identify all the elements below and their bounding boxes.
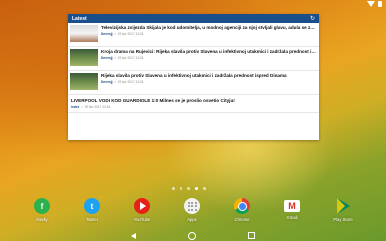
- back-icon[interactable]: [131, 232, 136, 239]
- play-store-icon: [335, 198, 351, 214]
- news-source: Dnevnjj: [101, 56, 113, 61]
- page-dot-active: [194, 186, 198, 190]
- news-separator: •: [114, 32, 116, 37]
- app-label: YouTube: [133, 217, 151, 222]
- home-icon[interactable]: [188, 231, 196, 240]
- news-item[interactable]: Kroja drama na Rujevici: Rijeka slavila …: [68, 47, 319, 71]
- app-gmail[interactable]: M Gmail: [272, 198, 312, 220]
- feedly-icon: f: [34, 198, 50, 214]
- youtube-icon: [134, 198, 150, 214]
- refresh-icon[interactable]: ↻: [310, 16, 315, 22]
- news-title: LIVERPOOL VODI KOD GUARDIOLE 1:0 Milnes …: [71, 98, 235, 103]
- widget-title: Latest: [72, 15, 87, 22]
- news-source: Index: [71, 105, 80, 110]
- news-title: Televizijska zvijezda Skijala je kod udo…: [101, 25, 317, 30]
- widget-header: Latest ↻: [68, 14, 319, 23]
- app-label: Apps: [187, 217, 197, 222]
- app-label: Twitter: [85, 217, 99, 222]
- app-drawer-icon: [184, 198, 200, 214]
- status-bar: [0, 0, 386, 9]
- news-title: Rijeka slavila protiv Slavena u infektiv…: [101, 73, 287, 78]
- news-thumbnail: [70, 73, 98, 90]
- app-label: Play Store: [333, 217, 353, 222]
- news-time: 19 Avr 2017 13:24: [117, 80, 144, 85]
- page-dot: [187, 187, 190, 190]
- app-chrome[interactable]: Chrome: [222, 198, 262, 222]
- app-play-store[interactable]: Play Store: [323, 198, 363, 222]
- news-item[interactable]: LIVERPOOL VODI KOD GUARDIOLE 1:0 Milnes …: [68, 95, 319, 114]
- wifi-icon: [367, 1, 375, 7]
- dock: f feedly t Twitter YouTube Apps Chrome M…: [0, 198, 386, 230]
- news-time: 19 Avr 2017 13:24: [117, 56, 144, 61]
- status-icons: [367, 1, 382, 7]
- news-thumbnail: [70, 49, 98, 66]
- news-item[interactable]: Televizijska zvijezda Skijala je kod udo…: [68, 23, 319, 47]
- gmail-icon: M: [284, 200, 300, 212]
- app-drawer[interactable]: Apps: [172, 198, 212, 222]
- app-label: Chrome: [234, 217, 250, 222]
- app-youtube[interactable]: YouTube: [122, 198, 162, 222]
- page-dot: [179, 187, 182, 190]
- news-separator: •: [81, 105, 83, 110]
- news-time: 19 Avr 2017 13:24: [117, 32, 144, 37]
- news-separator: •: [114, 56, 116, 61]
- chrome-icon: [234, 198, 250, 214]
- page-dot: [172, 187, 175, 190]
- battery-icon: [378, 1, 382, 7]
- news-widget[interactable]: Latest ↻ Televizijska zvijezda Skijala j…: [68, 14, 319, 140]
- app-feedly[interactable]: f feedly: [22, 198, 62, 222]
- news-source: Dnevnjj: [101, 80, 113, 85]
- news-thumbnail: [70, 25, 98, 42]
- app-label: feedly: [36, 217, 48, 222]
- news-separator: •: [114, 80, 116, 85]
- app-label: Gmail: [286, 215, 298, 220]
- page-indicator: [172, 186, 206, 190]
- recent-apps-icon[interactable]: [248, 232, 255, 239]
- news-item[interactable]: Rijeka slavila protiv Slavena u infektiv…: [68, 71, 319, 95]
- news-time: 19 Avr 2017 13:24: [84, 105, 111, 110]
- twitter-icon: t: [84, 198, 100, 214]
- news-source: Dnevnjj: [101, 32, 113, 37]
- app-twitter[interactable]: t Twitter: [72, 198, 112, 222]
- navigation-bar: [0, 230, 386, 241]
- news-title: Kroja drama na Rujevici: Rijeka slavila …: [101, 49, 317, 54]
- page-dot: [203, 187, 206, 190]
